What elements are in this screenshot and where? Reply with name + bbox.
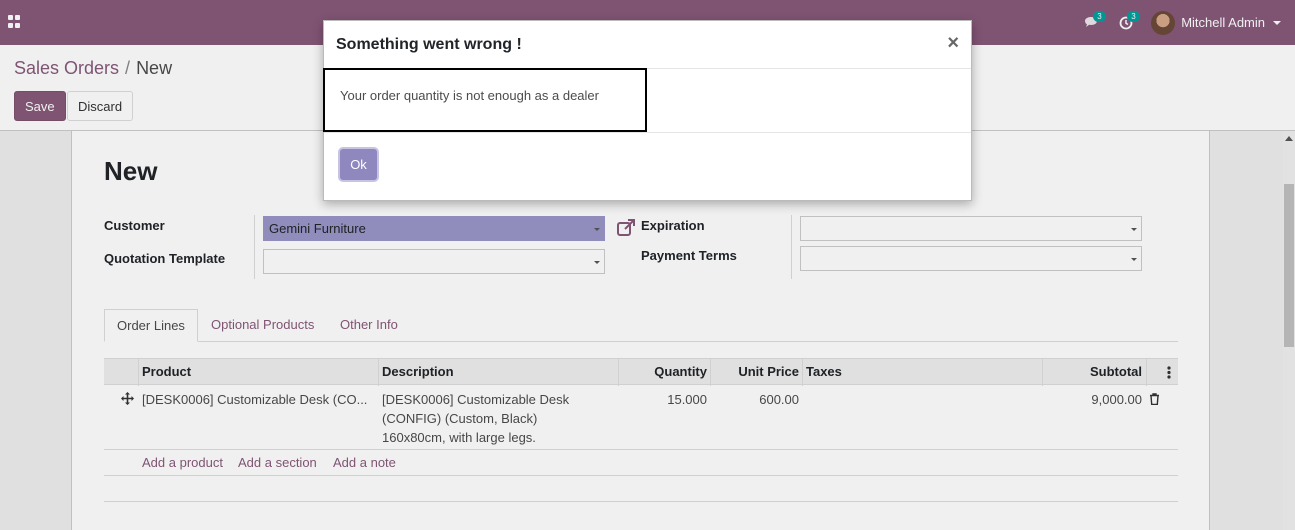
- ok-button[interactable]: Ok: [340, 149, 377, 180]
- dialog-message: Your order quantity is not enough as a d…: [340, 88, 599, 103]
- close-icon[interactable]: ×: [947, 32, 959, 55]
- dialog-footer-divider: [324, 132, 971, 133]
- dialog-title: Something went wrong !: [336, 36, 522, 53]
- dialog-body: Your order quantity is not enough as a d…: [323, 68, 647, 132]
- error-dialog: Something went wrong ! × Your order quan…: [323, 20, 972, 201]
